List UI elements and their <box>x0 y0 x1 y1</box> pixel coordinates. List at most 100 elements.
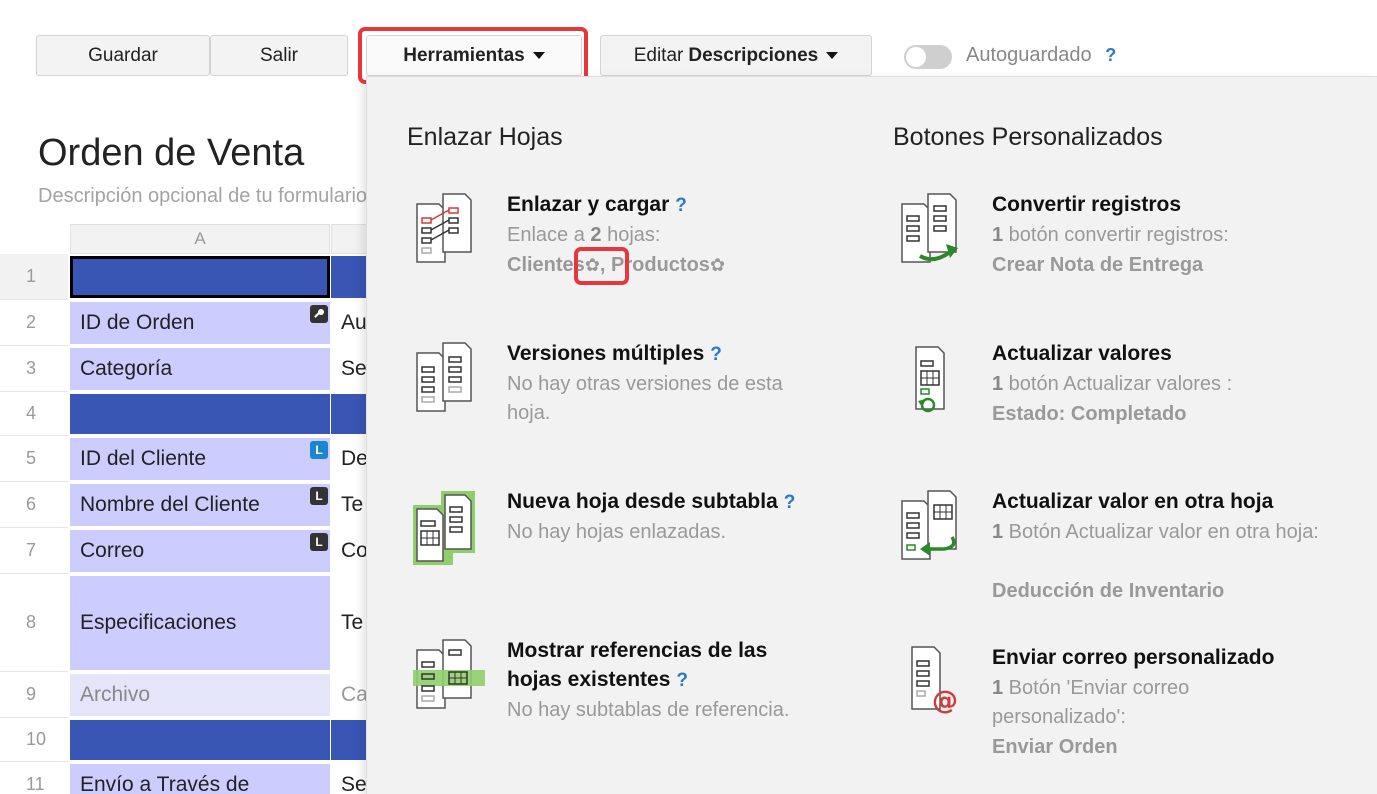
update-values-icon <box>915 346 945 413</box>
column-header-b[interactable] <box>331 224 371 254</box>
toolbar: Guardar Salir Herramientas Editar Descri… <box>0 0 1377 84</box>
chevron-down-icon <box>826 52 839 59</box>
link-load-title[interactable]: Enlazar y cargar? <box>507 190 687 220</box>
help-icon[interactable]: ? <box>784 492 796 513</box>
send-email-item[interactable]: @ Enviar correo personalizado 1 Botón 'E… <box>898 643 1318 773</box>
autosave-label: Autoguardado <box>966 44 1092 66</box>
form-title[interactable]: Orden de Venta <box>38 132 304 175</box>
custom-buttons-heading: Botones Personalizados <box>893 123 1163 151</box>
row-number[interactable]: 2 <box>0 300 68 346</box>
update-other-sheet-item[interactable]: Actualizar valor en otra hoja 1 Botón Ac… <box>898 487 1319 617</box>
send-email-target[interactable]: Enviar Orden <box>992 733 1118 762</box>
row-number[interactable]: 9 <box>0 672 68 718</box>
edit-descriptions-button[interactable]: Editar Descripciones <box>600 35 872 76</box>
table-row: 4 <box>0 392 371 436</box>
field-label: ID del Cliente <box>80 447 207 470</box>
multi-versions-title-text: Versiones múltiples <box>507 342 705 365</box>
field-label: Especificaciones <box>80 611 237 634</box>
section-cell-b[interactable] <box>331 256 371 298</box>
multi-versions-desc: No hay otras versiones de esta hoja. <box>507 373 783 424</box>
convert-records-item[interactable]: Convertir registros 1 botón convertir re… <box>898 190 1318 300</box>
row-number[interactable]: 7 <box>0 528 68 574</box>
new-sheet-title-text: Nueva hoja desde subtabla <box>507 490 778 513</box>
exit-button[interactable]: Salir <box>210 35 348 76</box>
link-sheets-heading: Enlazar Hojas <box>407 123 563 151</box>
column-header-a[interactable]: A <box>70 224 330 254</box>
desc-prefix: Enlace a <box>507 224 591 246</box>
section-cell-b[interactable] <box>331 720 371 760</box>
row-number[interactable]: 10 <box>0 718 68 762</box>
desc-text: Botón 'Enviar correo personalizado': <box>992 677 1190 728</box>
convert-target[interactable]: Crear Nota de Entrega <box>992 251 1203 280</box>
exit-label: Salir <box>259 44 298 66</box>
update-other-sheet-target[interactable]: Deducción de Inventario <box>992 577 1224 606</box>
row-number[interactable]: 5 <box>0 436 68 482</box>
desc-count: 1 <box>992 224 1004 246</box>
field-label: Correo <box>80 539 145 562</box>
section-cell[interactable] <box>70 394 330 434</box>
form-description[interactable]: Descripción opcional de tu formulario <box>38 185 367 208</box>
row-number[interactable]: 8 <box>0 574 68 672</box>
row-number[interactable]: 1 <box>0 254 68 300</box>
svg-text:@: @ <box>932 686 958 716</box>
field-cell[interactable]: ID de Orden <box>70 302 330 344</box>
field-cell[interactable]: Especificaciones <box>70 576 330 670</box>
new-sheet-title[interactable]: Nueva hoja desde subtabla? <box>507 487 795 517</box>
desc-count: 2 <box>590 224 602 246</box>
convert-records-icon <box>901 193 958 263</box>
email-icon: @ <box>911 646 958 716</box>
section-cell[interactable] <box>70 720 330 760</box>
link-badge-icon: L <box>310 441 328 459</box>
references-icon <box>413 639 485 709</box>
link-badge-icon: L <box>310 487 328 505</box>
multi-versions-title[interactable]: Versiones múltiples? <box>507 339 722 369</box>
row-number[interactable]: 4 <box>0 392 68 436</box>
new-sheet-item[interactable]: Nueva hoja desde subtabla? No hay hojas … <box>413 487 833 577</box>
field-label: Archivo <box>80 683 151 706</box>
section-cell-b[interactable] <box>331 394 371 434</box>
field-cell[interactable]: Nombre del Cliente L <box>70 484 330 526</box>
field-cell[interactable]: ID del Cliente L <box>70 438 330 480</box>
save-label: Guardar <box>88 44 158 66</box>
table-row: 3 Categoría Se <box>0 346 367 392</box>
convert-records-title[interactable]: Convertir registros <box>992 190 1181 219</box>
update-values-title[interactable]: Actualizar valores <box>992 339 1172 368</box>
autosave-toggle[interactable] <box>904 45 952 69</box>
help-icon[interactable]: ? <box>710 344 722 365</box>
help-icon[interactable]: ? <box>676 670 688 691</box>
desc-text: Botón Actualizar valor en otra hoja: <box>1003 521 1319 543</box>
show-refs-title[interactable]: Mostrar referencias de las <box>507 636 767 665</box>
section-cell[interactable] <box>70 256 330 298</box>
send-email-title[interactable]: Enviar correo personalizado <box>992 643 1274 672</box>
show-refs-title-2[interactable]: hojas existentes? <box>507 665 688 695</box>
toggle-knob <box>906 47 926 67</box>
table-row: 10 <box>0 718 371 762</box>
table-row: 11 Envío a Través de Se <box>0 762 367 794</box>
field-cell[interactable]: Envío a Través de <box>70 764 330 794</box>
link-badge-icon: L <box>310 533 328 551</box>
row-number[interactable]: 11 <box>0 762 68 794</box>
subtable-sheet-icon <box>413 491 475 565</box>
update-other-sheet-desc: 1 Botón Actualizar valor en otra hoja: <box>992 518 1322 547</box>
gear-icon[interactable]: ✿ <box>710 251 725 280</box>
update-values-item[interactable]: Actualizar valores 1 botón Actualizar va… <box>898 339 1318 439</box>
versions-icon <box>416 342 472 412</box>
desc-suffix: hojas: <box>601 224 661 246</box>
table-row: 1 <box>0 254 371 300</box>
desc-count: 1 <box>992 373 1004 395</box>
link-load-desc: Enlace a 2 hojas: <box>507 221 660 250</box>
field-cell[interactable]: Correo L <box>70 530 330 572</box>
autosave-text: Autoguardado ? <box>966 44 1116 67</box>
field-cell[interactable]: Categoría <box>70 348 330 390</box>
update-values-target[interactable]: Estado: Completado <box>992 400 1186 429</box>
help-icon[interactable]: ? <box>675 195 687 216</box>
show-refs-title-line1: Mostrar referencias de las <box>507 639 768 662</box>
field-cell[interactable]: Archivo <box>70 674 330 716</box>
save-button[interactable]: Guardar <box>36 35 210 76</box>
show-refs-item[interactable]: Mostrar referencias de las hojas existen… <box>413 636 833 746</box>
help-icon[interactable]: ? <box>1105 45 1116 65</box>
row-number[interactable]: 3 <box>0 346 68 392</box>
multi-versions-item[interactable]: Versiones múltiples? No hay otras versio… <box>413 339 833 439</box>
update-other-sheet-title[interactable]: Actualizar valor en otra hoja <box>992 487 1273 516</box>
row-number[interactable]: 6 <box>0 482 68 528</box>
